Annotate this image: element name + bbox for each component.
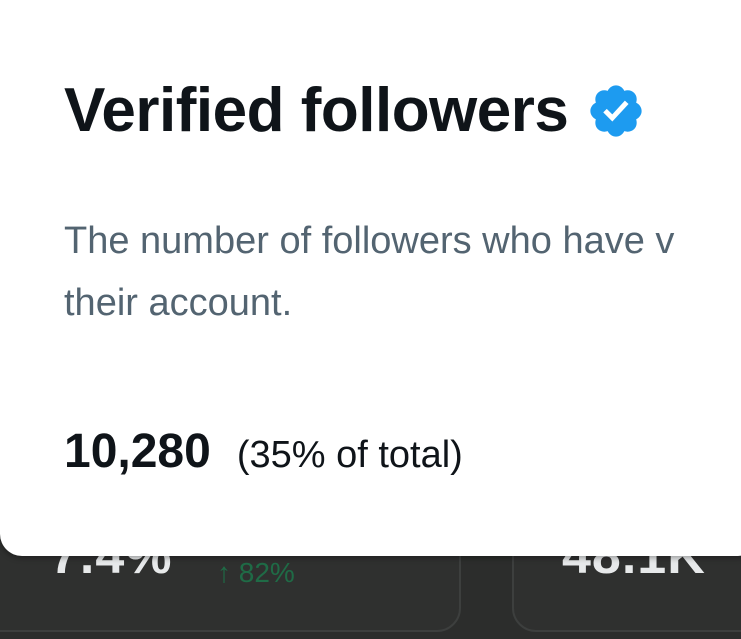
description-line: their account. [64,282,293,324]
sheet-title: Verified followers [64,76,569,145]
verified-badge-icon [590,85,643,137]
verified-followers-count: 10,280 [64,425,211,478]
stat-card-trend: ↑ 82% [217,557,295,588]
stat-row: 10,280 (35% of total) [64,428,463,476]
sheet-description: The number of followers who have v their… [64,210,741,334]
info-sheet: Verified followers The number of followe… [0,0,741,556]
description-line: The number of followers who have v [64,220,675,262]
verified-followers-share: (35% of total) [236,434,463,476]
title-row: Verified followers [64,80,646,142]
